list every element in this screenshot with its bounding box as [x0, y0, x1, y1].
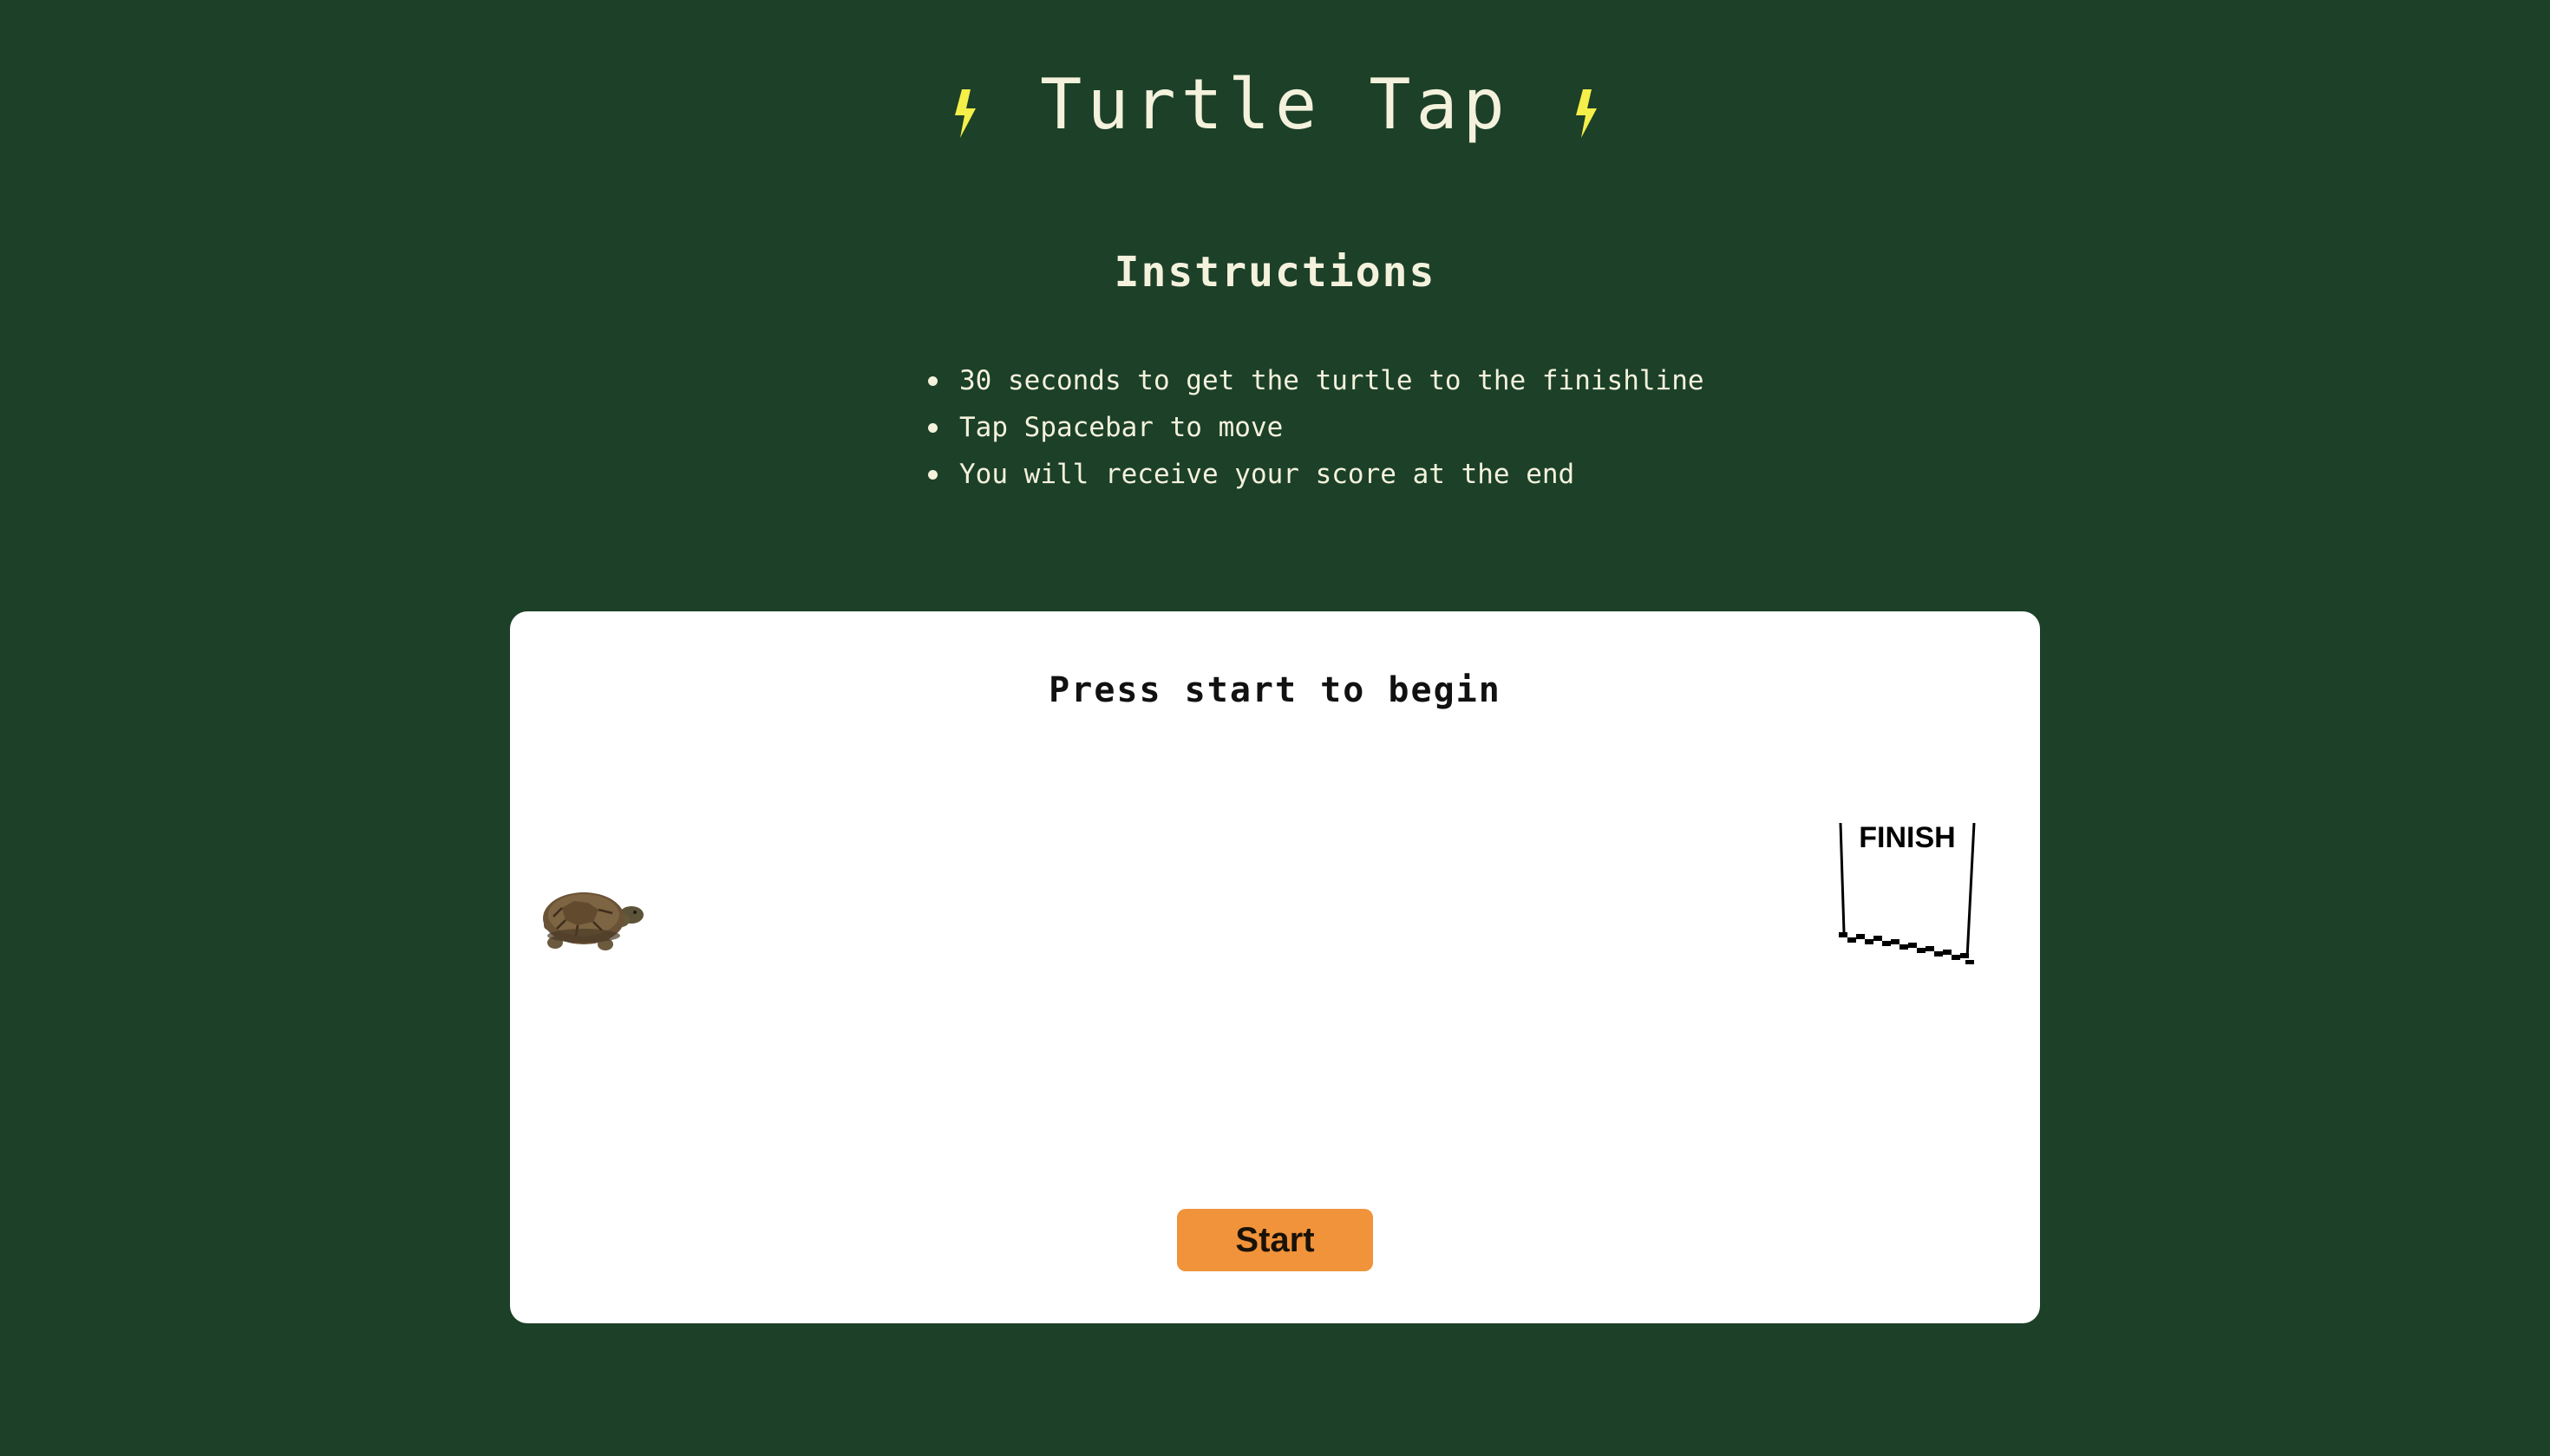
instructions-list: 30 seconds to get the turtle to the fini… — [921, 357, 1704, 498]
instruction-item: You will receive your score at the end — [921, 451, 1704, 498]
finish-label: FINISH — [1859, 821, 1955, 854]
turtle-icon — [543, 892, 644, 950]
instruction-item: Tap Spacebar to move — [921, 404, 1704, 451]
game-panel: Press start to begin FINISH Start — [510, 611, 2040, 1323]
instruction-item: 30 seconds to get the turtle to the fini… — [921, 357, 1704, 404]
instruction-text: You will receive your score at the end — [959, 459, 1575, 490]
lightning-bolt-icon — [955, 89, 977, 138]
bullet-icon — [928, 376, 938, 386]
finish-line-icon: FINISH — [1839, 821, 1976, 964]
bullet-icon — [928, 423, 938, 433]
start-button[interactable]: Start — [1177, 1209, 1373, 1271]
instruction-text: Tap Spacebar to move — [959, 412, 1284, 443]
instruction-text: 30 seconds to get the turtle to the fini… — [959, 365, 1704, 396]
finish-line: FINISH — [1835, 819, 1979, 967]
game-status-text: Press start to begin — [1049, 670, 1501, 710]
bullet-icon — [928, 470, 938, 480]
page-title: Turtle Tap — [1040, 63, 1510, 145]
header: Turtle Tap — [0, 52, 2550, 156]
lightning-bolt-icon — [1575, 89, 1597, 138]
instructions-heading: Instructions — [1114, 248, 1436, 297]
